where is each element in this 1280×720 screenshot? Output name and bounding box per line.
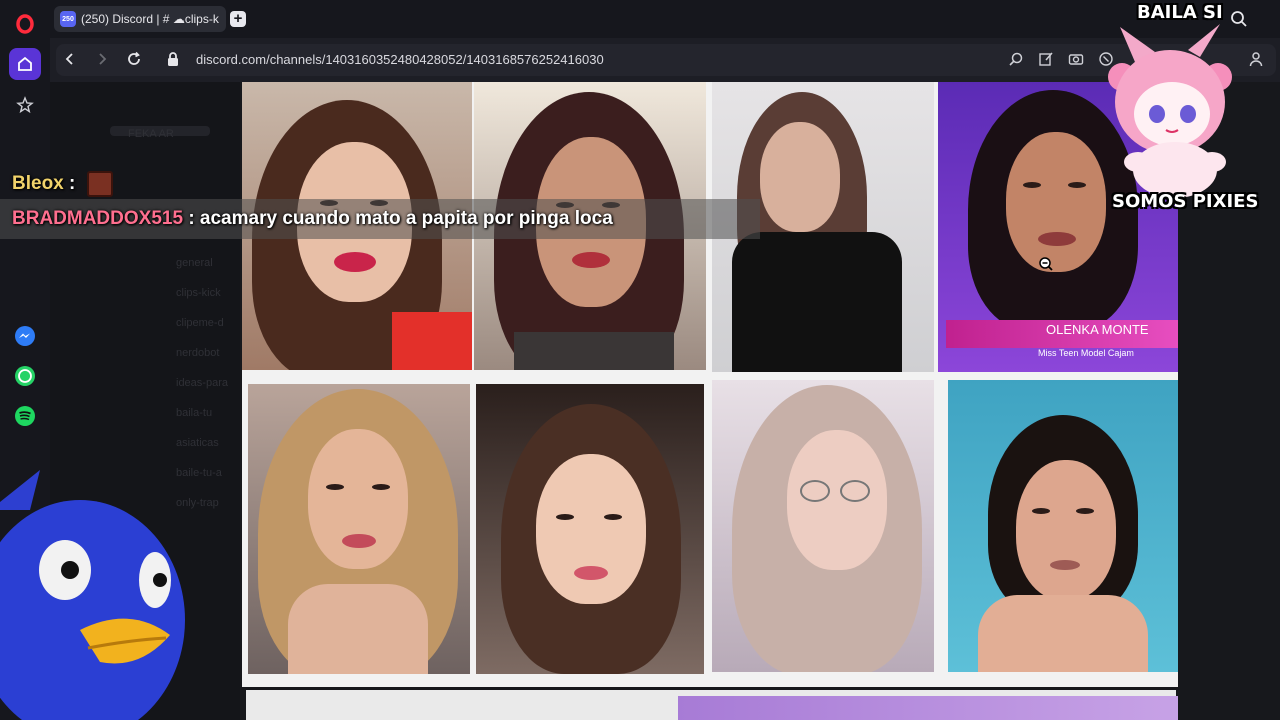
forward-icon[interactable] xyxy=(94,51,110,72)
tab-title: (250) Discord | # ☁clips-k xyxy=(81,12,219,26)
pink-anime-girl-icon xyxy=(1108,24,1232,197)
bookmarks-star-icon[interactable] xyxy=(9,89,41,121)
chat-message: BRADMADDOX515 : acamary cuando mato a pa… xyxy=(12,208,613,230)
zoom-out-cursor-icon xyxy=(1039,257,1053,276)
tile-subcaption: Miss Teen Model Cajam xyxy=(1038,348,1134,358)
channel-item[interactable]: ideas-para xyxy=(176,377,228,389)
photo-tile-7[interactable] xyxy=(712,380,934,672)
channel-item[interactable]: clips-kick xyxy=(176,287,221,299)
lock-icon xyxy=(166,51,180,72)
chat-separator: : xyxy=(69,173,76,195)
screen: 250 (250) Discord | # ☁clips-k + discord… xyxy=(0,0,1280,720)
image-collage[interactable]: OLENKA MONTE Miss Teen Model Cajam xyxy=(242,82,1178,687)
discord-favicon-icon: 250 xyxy=(60,11,76,27)
user-emote-icon xyxy=(86,171,113,197)
profile-icon[interactable] xyxy=(1248,51,1264,72)
channel-item[interactable]: asiaticas xyxy=(176,437,219,449)
sticker-bottom-text: SOMOS PIXIES xyxy=(1112,191,1259,212)
home-icon[interactable] xyxy=(9,48,41,80)
chat-message: Bleox : xyxy=(12,171,113,197)
photo-tile-8[interactable] xyxy=(948,380,1178,672)
messenger-icon[interactable] xyxy=(9,320,41,352)
channel-item[interactable]: nerdobot xyxy=(176,347,219,359)
photo-tile-5[interactable] xyxy=(248,384,470,674)
url-text[interactable]: discord.com/channels/1403160352480428052… xyxy=(196,52,604,67)
tab-strip: 250 (250) Discord | # ☁clips-k + xyxy=(50,0,1280,38)
edit-icon[interactable] xyxy=(1038,51,1054,72)
next-collage-row[interactable] xyxy=(246,690,1178,720)
channel-item[interactable]: baila-tu xyxy=(176,407,212,419)
sticker-top-text: BAILA SI xyxy=(1137,2,1223,23)
tile-caption: OLENKA MONTE xyxy=(1046,322,1149,337)
page-content: FEKA AR general clips-kick clipeme-d ner… xyxy=(50,82,1280,720)
whatsapp-icon[interactable] xyxy=(9,360,41,392)
channel-item[interactable]: FEKA AR xyxy=(128,128,174,140)
back-icon[interactable] xyxy=(62,51,78,72)
chat-username: Bleox xyxy=(12,173,64,195)
new-tab-button[interactable]: + xyxy=(230,11,246,27)
chat-username: BRADMADDOX515 xyxy=(12,208,184,229)
reload-icon[interactable] xyxy=(126,51,142,72)
find-icon[interactable] xyxy=(1008,51,1024,72)
navigation-bar: discord.com/channels/1403160352480428052… xyxy=(50,38,1280,82)
chat-separator: : xyxy=(188,208,195,229)
opera-logo-icon[interactable] xyxy=(9,8,41,40)
channel-item[interactable]: clipeme-d xyxy=(176,317,224,329)
blue-bird-mascot-icon xyxy=(0,470,185,720)
spotify-icon[interactable] xyxy=(9,400,41,432)
tab-discord[interactable]: 250 (250) Discord | # ☁clips-k xyxy=(54,6,226,32)
camera-icon[interactable] xyxy=(1068,51,1084,72)
photo-tile-6[interactable] xyxy=(476,384,704,674)
channel-item[interactable]: general xyxy=(176,257,213,269)
chat-text: acamary cuando mato a papita por pinga l… xyxy=(199,208,613,229)
